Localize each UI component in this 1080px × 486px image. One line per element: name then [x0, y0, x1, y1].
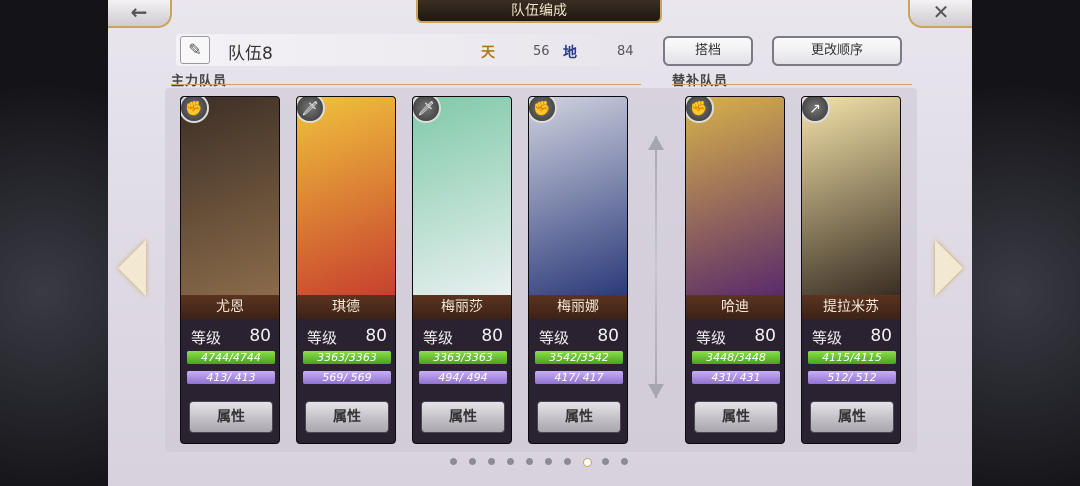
- mp-bar: 494/ 494: [419, 371, 507, 384]
- attributes-button[interactable]: 属性: [694, 401, 778, 433]
- edit-team-name-button[interactable]: ✎: [180, 36, 210, 64]
- level-label: 等级: [423, 329, 454, 347]
- mp-value: 417/ 417: [554, 371, 604, 384]
- attributes-button[interactable]: 属性: [810, 401, 894, 433]
- level-label: 等级: [812, 329, 843, 347]
- character-name: 琪德: [297, 295, 395, 319]
- level-label: 等级: [307, 329, 338, 347]
- character-portrait[interactable]: [297, 97, 395, 295]
- mp-bar: 431/ 431: [692, 371, 780, 384]
- background-right: [972, 0, 1080, 486]
- reorder-button[interactable]: 更改顺序: [772, 36, 902, 66]
- attributes-button[interactable]: 属性: [305, 401, 389, 433]
- earth-value: 84: [617, 44, 634, 59]
- member-card-main-1[interactable]: ✊ 尤恩 等级 80 4744/4744 413/ 413 属性: [180, 96, 280, 444]
- character-name: 哈迪: [686, 295, 784, 319]
- mp-value: 494/ 494: [438, 371, 488, 384]
- character-portrait[interactable]: [686, 97, 784, 295]
- level-label: 等级: [696, 329, 727, 347]
- level-value: 80: [481, 326, 503, 346]
- page-dot[interactable]: [602, 458, 609, 465]
- sub-members-label: 替补队员: [672, 74, 729, 89]
- mp-bar: 417/ 417: [535, 371, 623, 384]
- main-members-label: 主力队员: [171, 74, 228, 89]
- divider-down-arrow-icon: [648, 384, 664, 398]
- page-dot[interactable]: [621, 458, 628, 465]
- hp-bar: 3363/3363: [303, 351, 391, 364]
- background-left: [0, 0, 108, 486]
- character-name: 尤恩: [181, 295, 279, 319]
- member-card-sub-2[interactable]: ↗ 提拉米苏 等级 80 4115/4115 512/ 512 属性: [801, 96, 901, 444]
- character-portrait[interactable]: [413, 97, 511, 295]
- main-section-line: [171, 84, 641, 85]
- member-card-main-4[interactable]: ✊ 梅丽娜 等级 80 3542/3542 417/ 417 属性: [528, 96, 628, 444]
- page-title: 队伍编成: [416, 0, 662, 23]
- member-card-main-3[interactable]: 🗡 梅丽莎 等级 80 3363/3363 494/ 494 属性: [412, 96, 512, 444]
- feather-pen-icon: ✎: [188, 40, 202, 59]
- mp-bar: 512/ 512: [808, 371, 896, 384]
- hp-bar: 3542/3542: [535, 351, 623, 364]
- mp-bar: 413/ 413: [187, 371, 275, 384]
- heaven-icon: 天: [481, 45, 495, 61]
- level-value: 80: [754, 326, 776, 346]
- mp-value: 569/ 569: [322, 371, 372, 384]
- character-portrait[interactable]: [529, 97, 627, 295]
- level-value: 80: [597, 326, 619, 346]
- page-dot[interactable]: [526, 458, 533, 465]
- member-card-sub-1[interactable]: ✊ 哈迪 等级 80 3448/3448 431/ 431 属性: [685, 96, 785, 444]
- prev-team-arrow[interactable]: [118, 240, 146, 296]
- level-value: 80: [870, 326, 892, 346]
- level-label: 等级: [539, 329, 570, 347]
- level-value: 80: [365, 326, 387, 346]
- page-dot[interactable]: [564, 458, 571, 465]
- back-button[interactable]: ←: [108, 0, 172, 28]
- sub-section-line: [672, 84, 912, 85]
- hp-value: 4115/4115: [822, 351, 882, 364]
- earth-icon: 地: [563, 45, 577, 61]
- member-card-main-2[interactable]: 🗡 琪德 等级 80 3363/3363 569/ 569 属性: [296, 96, 396, 444]
- page-dot[interactable]: [545, 458, 552, 465]
- page-dot[interactable]: [583, 458, 592, 467]
- level-label: 等级: [191, 329, 222, 347]
- hp-bar: 4744/4744: [187, 351, 275, 364]
- mp-value: 413/ 413: [206, 371, 256, 384]
- attributes-button[interactable]: 属性: [189, 401, 273, 433]
- page-dot[interactable]: [450, 458, 457, 465]
- attributes-button[interactable]: 属性: [421, 401, 505, 433]
- member-divider: [655, 136, 657, 398]
- page-dot[interactable]: [507, 458, 514, 465]
- heaven-value: 56: [533, 44, 550, 59]
- next-team-arrow[interactable]: [935, 240, 963, 296]
- hp-value: 3448/3448: [706, 351, 766, 364]
- character-name: 梅丽莎: [413, 295, 511, 319]
- divider-up-arrow-icon: [648, 136, 664, 150]
- team-name: 队伍8: [228, 44, 273, 64]
- hp-value: 3363/3363: [317, 351, 377, 364]
- close-icon: ✕: [932, 0, 950, 24]
- close-button[interactable]: ✕: [908, 0, 972, 28]
- hp-bar: 3363/3363: [419, 351, 507, 364]
- back-arrow-icon: ←: [130, 0, 148, 24]
- mp-bar: 569/ 569: [303, 371, 391, 384]
- mp-value: 512/ 512: [827, 371, 877, 384]
- character-portrait[interactable]: [802, 97, 900, 295]
- character-name: 梅丽娜: [529, 295, 627, 319]
- hp-value: 3363/3363: [433, 351, 493, 364]
- character-portrait[interactable]: [181, 97, 279, 295]
- page-dot[interactable]: [488, 458, 495, 465]
- mp-value: 431/ 431: [711, 371, 761, 384]
- hp-value: 4744/4744: [201, 351, 261, 364]
- hp-value: 3542/3542: [549, 351, 609, 364]
- partner-button[interactable]: 搭档: [663, 36, 753, 66]
- hp-bar: 4115/4115: [808, 351, 896, 364]
- page-dot[interactable]: [469, 458, 476, 465]
- character-name: 提拉米苏: [802, 295, 900, 319]
- hp-bar: 3448/3448: [692, 351, 780, 364]
- level-value: 80: [249, 326, 271, 346]
- attributes-button[interactable]: 属性: [537, 401, 621, 433]
